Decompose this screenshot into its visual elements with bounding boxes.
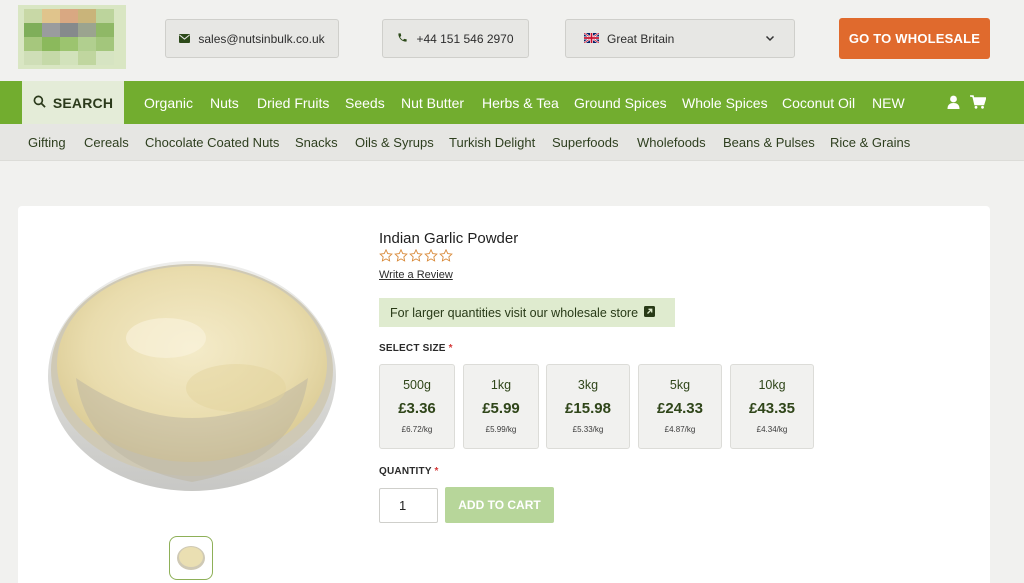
size-option-1kg[interactable]: 1kg £5.99 £5.99/kg bbox=[463, 364, 539, 449]
nav-item-coconut-oil[interactable]: Coconut Oil bbox=[782, 81, 855, 124]
nav-item-seeds[interactable]: Seeds bbox=[345, 81, 385, 124]
add-to-cart-button[interactable]: ADD TO CART bbox=[445, 487, 554, 523]
search-label: SEARCH bbox=[52, 94, 114, 111]
country-select[interactable]: Great Britain bbox=[565, 19, 795, 58]
user-icon[interactable] bbox=[947, 95, 960, 114]
size-price: £24.33 bbox=[657, 400, 703, 417]
size-price-per-kg: £5.33/kg bbox=[572, 425, 604, 434]
site-logo[interactable] bbox=[18, 5, 126, 69]
star-icon bbox=[409, 249, 423, 262]
subnav-item-chocolate-coated-nuts[interactable]: Chocolate Coated Nuts bbox=[145, 124, 279, 160]
product-title: Indian Garlic Powder bbox=[379, 230, 519, 247]
star-icon bbox=[439, 249, 453, 262]
product-thumbnail[interactable] bbox=[169, 536, 213, 580]
size-price-per-kg: £6.72/kg bbox=[401, 425, 433, 434]
star-icon bbox=[424, 249, 438, 262]
wholesale-store-link[interactable]: For larger quantities visit our wholesal… bbox=[379, 298, 675, 327]
country-text: Great Britain bbox=[607, 31, 675, 46]
go-to-wholesale-button[interactable]: GO TO WHOLESALE bbox=[839, 18, 990, 59]
chevron-down-icon bbox=[764, 32, 776, 44]
subnav-item-gifting[interactable]: Gifting bbox=[28, 124, 66, 160]
phone-text: +44 151 546 2970 bbox=[416, 31, 514, 46]
size-weight: 500g bbox=[403, 378, 431, 392]
phone-link[interactable]: +44 151 546 2970 bbox=[382, 19, 529, 58]
subnav-item-superfoods[interactable]: Superfoods bbox=[552, 124, 619, 160]
size-weight: 1kg bbox=[490, 378, 512, 392]
subnav-item-wholefoods[interactable]: Wholefoods bbox=[637, 124, 706, 160]
select-size-text: SELECT SIZE bbox=[379, 343, 446, 354]
account-cart-icons bbox=[947, 95, 987, 114]
product-card: Indian Garlic Powder Write a Review For … bbox=[18, 206, 990, 583]
search-icon bbox=[33, 95, 46, 111]
search-button[interactable]: SEARCH bbox=[22, 81, 124, 124]
uk-flag-icon bbox=[583, 31, 600, 46]
main-nav: SEARCH Organic Nuts Dried Fruits Seeds N… bbox=[0, 81, 1024, 124]
size-price: £3.36 bbox=[398, 400, 436, 417]
size-price: £15.98 bbox=[565, 400, 611, 417]
size-price: £5.99 bbox=[482, 400, 520, 417]
nav-item-nut-butter[interactable]: Nut Butter bbox=[401, 81, 464, 124]
nav-item-new[interactable]: NEW bbox=[872, 81, 905, 124]
subnav-item-rice-grains[interactable]: Rice & Grains bbox=[830, 124, 910, 160]
size-option-500g[interactable]: 500g £3.36 £6.72/kg bbox=[379, 364, 455, 449]
subnav-item-turkish-delight[interactable]: Turkish Delight bbox=[449, 124, 535, 160]
external-link-icon bbox=[644, 305, 656, 320]
size-option-5kg[interactable]: 5kg £24.33 £4.87/kg bbox=[638, 364, 722, 449]
wholesale-note-text: For larger quantities visit our wholesal… bbox=[390, 305, 639, 320]
quantity-text: QUANTITY bbox=[379, 466, 432, 477]
subnav-item-snacks[interactable]: Snacks bbox=[295, 124, 338, 160]
size-weight: 10kg bbox=[758, 378, 786, 392]
nav-item-ground-spices[interactable]: Ground Spices bbox=[574, 81, 667, 124]
subnav-item-beans-pulses[interactable]: Beans & Pulses bbox=[723, 124, 815, 160]
required-mark: * bbox=[448, 343, 453, 354]
cart-icon[interactable] bbox=[970, 95, 987, 114]
nav-item-dried-fruits[interactable]: Dried Fruits bbox=[257, 81, 329, 124]
nav-item-nuts[interactable]: Nuts bbox=[210, 81, 239, 124]
size-option-10kg[interactable]: 10kg £43.35 £4.34/kg bbox=[730, 364, 814, 449]
nav-item-whole-spices[interactable]: Whole Spices bbox=[682, 81, 768, 124]
email-text: sales@nutsinbulk.co.uk bbox=[198, 31, 325, 46]
star-icon bbox=[394, 249, 408, 262]
quantity-input[interactable]: 1 bbox=[379, 488, 438, 523]
select-size-label: SELECT SIZE * bbox=[379, 343, 453, 354]
subnav-item-cereals[interactable]: Cereals bbox=[84, 124, 129, 160]
size-price-per-kg: £5.99/kg bbox=[485, 425, 517, 434]
quantity-label: QUANTITY * bbox=[379, 466, 439, 477]
email-link[interactable]: sales@nutsinbulk.co.uk bbox=[165, 19, 339, 58]
nav-item-organic[interactable]: Organic bbox=[144, 81, 193, 124]
star-rating[interactable] bbox=[379, 249, 453, 262]
size-option-3kg[interactable]: 3kg £15.98 £5.33/kg bbox=[546, 364, 630, 449]
size-weight: 5kg bbox=[669, 378, 691, 392]
required-mark: * bbox=[434, 466, 439, 477]
size-weight: 3kg bbox=[577, 378, 599, 392]
size-price: £43.35 bbox=[749, 400, 795, 417]
subnav-item-oils-syrups[interactable]: Oils & Syrups bbox=[355, 124, 434, 160]
top-bar: sales@nutsinbulk.co.uk +44 151 546 2970 … bbox=[0, 0, 1024, 81]
phone-icon bbox=[397, 32, 408, 46]
nav-item-herbs-tea[interactable]: Herbs & Tea bbox=[482, 81, 559, 124]
size-price-per-kg: £4.87/kg bbox=[664, 425, 696, 434]
envelope-icon bbox=[179, 32, 191, 46]
size-price-per-kg: £4.34/kg bbox=[756, 425, 788, 434]
write-review-link[interactable]: Write a Review bbox=[379, 269, 453, 281]
sub-nav: Gifting Cereals Chocolate Coated Nuts Sn… bbox=[0, 124, 1024, 161]
product-image[interactable] bbox=[46, 258, 338, 494]
star-icon bbox=[379, 249, 393, 262]
